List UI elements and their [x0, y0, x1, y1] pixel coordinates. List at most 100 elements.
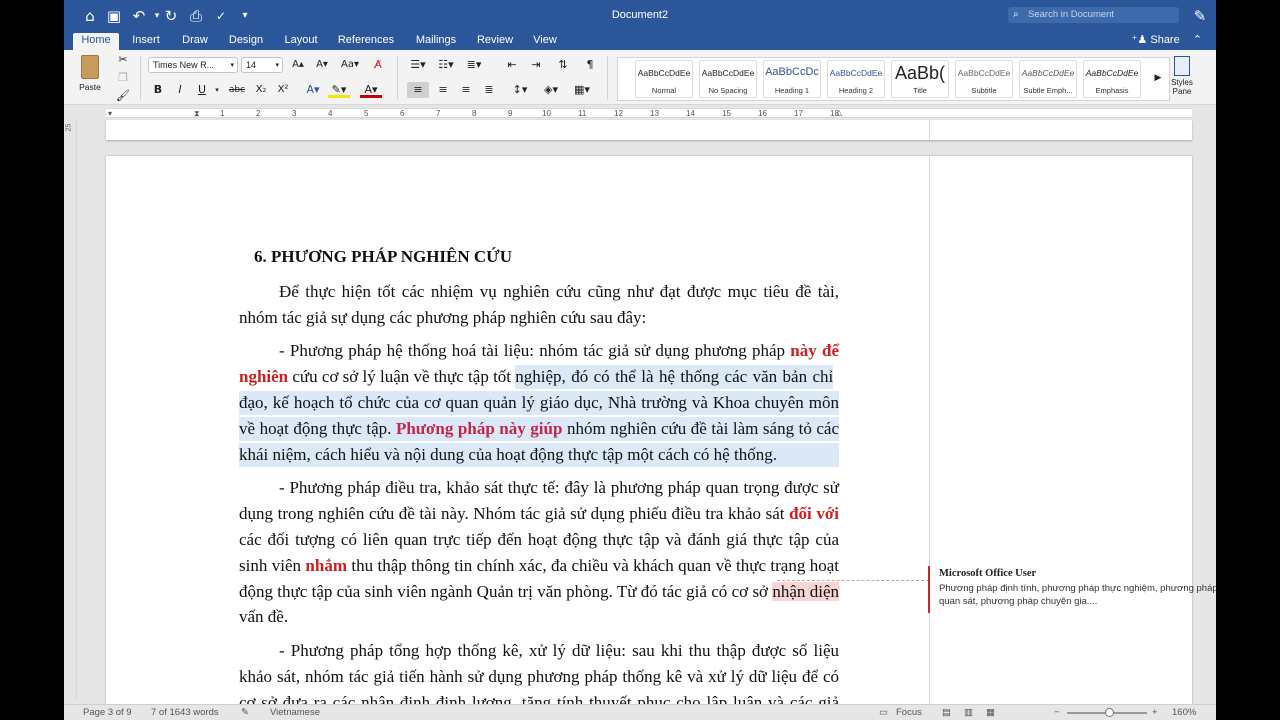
ruler-number: 8	[472, 109, 477, 118]
print-layout-icon[interactable]: ▤	[942, 705, 951, 720]
decrease-indent-icon[interactable]: ⇤	[502, 57, 522, 73]
zoom-level[interactable]: 160%	[1172, 705, 1196, 720]
tab-references[interactable]: References	[334, 33, 398, 50]
shading-icon[interactable]: ◈▾	[538, 82, 564, 98]
multilevel-list-icon[interactable]: ≣▾	[461, 57, 487, 73]
styles-pane-button[interactable]: Styles Pane	[1167, 56, 1197, 102]
tab-home[interactable]: Home	[73, 33, 119, 50]
sort-icon[interactable]: ⇅	[553, 57, 573, 73]
horizontal-ruler[interactable]: ▾ ⧗ 1 2 3 4 5 6 7 8 9 10 11 12 13 14 15 …	[64, 105, 1216, 120]
copy-icon[interactable]: ❐	[116, 70, 130, 86]
style-sample: AaBb(	[894, 63, 946, 83]
italic-icon[interactable]: I	[172, 82, 188, 98]
grow-font-icon[interactable]: A▴	[287, 57, 309, 73]
strikethrough-icon[interactable]: abc	[227, 82, 247, 98]
borders-icon[interactable]: ▦▾	[569, 82, 595, 98]
ruler-number: 15	[722, 109, 731, 118]
emphasized-text: đối với	[789, 504, 839, 523]
numbering-icon[interactable]: ☷▾	[433, 57, 459, 73]
selected-text: nghiệp, đó có thể là hệ thống các văn bả…	[515, 365, 834, 389]
format-painter-icon[interactable]: 🖌	[116, 88, 130, 104]
language[interactable]: Vietnamese	[270, 705, 320, 720]
styles-gallery: AaBbCcDdEe Normal AaBbCcDdEe No Spacing …	[617, 57, 1170, 101]
subscript-icon[interactable]: X₂	[252, 82, 270, 98]
increase-indent-icon[interactable]: ⇥	[526, 57, 546, 73]
chevron-down-icon[interactable]: ▾	[212, 82, 222, 98]
paste-button[interactable]: Paste	[74, 55, 106, 99]
paragraph-line: Để thực hiện tốt các nhiệm vụ nghiên cứu…	[279, 282, 839, 301]
collapse-ribbon-icon[interactable]: ⌃	[1193, 33, 1202, 46]
bullets-icon[interactable]: ☰▾	[405, 57, 431, 73]
paragraph-line: - Phương pháp hệ thống hoá tài liệu: nhó…	[279, 339, 839, 363]
comment-connector	[777, 580, 929, 581]
superscript-icon[interactable]: X²	[274, 82, 292, 98]
style-subtitle[interactable]: AaBbCcDdEe Subtitle	[955, 60, 1013, 98]
style-sample: AaBbCcDdEe	[1085, 68, 1139, 78]
styles-pane-label: Styles Pane	[1171, 78, 1193, 96]
bold-icon[interactable]: B	[150, 82, 166, 98]
zoom-slider[interactable]	[1067, 708, 1147, 717]
read-mode-icon[interactable]: ▦	[986, 705, 995, 720]
tab-view[interactable]: View	[526, 33, 564, 50]
clipboard-icon	[81, 55, 99, 79]
style-no-spacing[interactable]: AaBbCcDdEe No Spacing	[699, 60, 757, 98]
vertical-ruler[interactable]: 25	[64, 120, 77, 700]
style-title[interactable]: AaBb( Title	[891, 60, 949, 98]
justify-icon[interactable]: ≣	[478, 82, 500, 98]
underline-icon[interactable]: U	[194, 82, 210, 98]
ruler-right-indent-marker[interactable]: △	[836, 108, 842, 117]
comment-bar	[928, 566, 930, 613]
zoom-slider-thumb[interactable]	[1105, 708, 1114, 717]
align-center-icon[interactable]: ≡	[432, 82, 454, 98]
tab-design[interactable]: Design	[224, 33, 268, 50]
commented-text[interactable]: nhận diện	[772, 582, 839, 601]
web-layout-icon[interactable]: ▥	[964, 705, 973, 720]
show-formatting-marks-icon[interactable]: ¶	[580, 57, 600, 73]
style-normal[interactable]: AaBbCcDdEe Normal	[635, 60, 693, 98]
share-button[interactable]: ⁺♟ Share ⌃	[1132, 33, 1202, 47]
text-effects-icon[interactable]: A▾	[302, 82, 324, 98]
ruler-indent-marker[interactable]: ⧗	[194, 109, 200, 119]
focus-icon[interactable]: ▭	[879, 705, 888, 720]
style-subtle-emphasis[interactable]: AaBbCcDdEe Subtle Emph...	[1019, 60, 1077, 98]
highlight-icon[interactable]: ✎▾	[328, 82, 350, 98]
comment-balloon[interactable]: Microsoft Office User Phương pháp định t…	[928, 566, 1216, 613]
document-page[interactable]: 6. PHƯƠNG PHÁP NGHIÊN CỨU Để thực hiện t…	[106, 156, 1216, 716]
zoom-in-icon[interactable]: +	[1152, 705, 1158, 720]
align-right-icon[interactable]: ≡	[455, 82, 477, 98]
tab-insert[interactable]: Insert	[126, 33, 166, 50]
comment-text: Phương pháp định tính, phương pháp thực …	[939, 583, 1216, 607]
search-document-input[interactable]: ⌕ Search in Document	[1008, 7, 1179, 23]
ruler-number: 2	[256, 109, 261, 118]
align-left-icon[interactable]: ≡	[407, 82, 429, 98]
focus-label[interactable]: Focus	[896, 705, 922, 720]
tab-layout[interactable]: Layout	[279, 33, 323, 50]
tab-draw[interactable]: Draw	[176, 33, 214, 50]
ruler-number: 3	[292, 109, 297, 118]
font-name-select[interactable]: Times New R... ▾	[148, 57, 238, 73]
clear-formatting-icon[interactable]: A̸	[369, 57, 387, 73]
line-spacing-icon[interactable]: ↕▾	[507, 82, 533, 98]
zoom-out-icon[interactable]: −	[1054, 705, 1060, 720]
page-count[interactable]: Page 3 of 9	[83, 705, 132, 720]
gallery-next-icon[interactable]: ▶	[1151, 70, 1165, 86]
vertical-ruler-number: 25	[65, 123, 73, 132]
font-size-select[interactable]: 14 ▾	[241, 57, 283, 73]
proofing-icon[interactable]: ✎	[241, 705, 249, 720]
paragraph-line: khảo sát, nhóm tác giả tiến hành sử dụng…	[239, 667, 839, 686]
shrink-font-icon[interactable]: A▾	[311, 57, 333, 73]
markup-area-divider	[929, 156, 930, 716]
tab-mailings[interactable]: Mailings	[410, 33, 462, 50]
previous-page	[106, 120, 1192, 140]
style-heading-1[interactable]: AaBbCcDc Heading 1	[763, 60, 821, 98]
feedback-icon[interactable]: ✎	[1191, 7, 1209, 25]
font-color-icon[interactable]: A▾	[360, 82, 382, 98]
tab-review[interactable]: Review	[473, 33, 517, 50]
cut-icon[interactable]: ✂	[116, 52, 130, 68]
change-case-icon[interactable]: Aa▾	[338, 57, 362, 73]
font-size-value: 14	[246, 60, 257, 70]
style-emphasis[interactable]: AaBbCcDdEe Emphasis	[1083, 60, 1141, 98]
word-count[interactable]: 7 of 1643 words	[151, 705, 219, 720]
font-name-value: Times New R...	[153, 60, 215, 70]
style-heading-2[interactable]: AaBbCcDdEe Heading 2	[827, 60, 885, 98]
